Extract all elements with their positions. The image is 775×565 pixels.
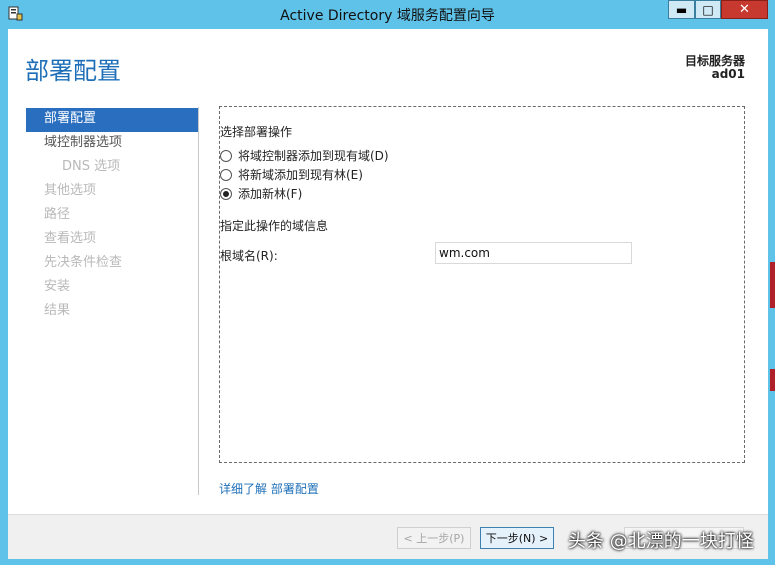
- maximize-icon: □: [702, 2, 714, 17]
- radio-selected-dot: [223, 190, 229, 197]
- root-domain-input[interactable]: [435, 242, 632, 264]
- nav-item-results: 结果: [44, 303, 71, 318]
- nav-item-dns-options: DNS 选项: [62, 159, 121, 174]
- nav-item-dc-options[interactable]: 域控制器选项: [26, 132, 198, 156]
- page-title: 部署配置: [25, 57, 121, 85]
- radio-add-domain-existing-forest[interactable]: 将新域添加到现有林(E): [220, 166, 363, 183]
- target-server-name: ad01: [711, 67, 745, 81]
- nav-item-additional-options: 其他选项: [44, 183, 97, 198]
- wizard-window: Active Directory 域服务配置向导 ▬ □ ✕ 部署配置 目标服务…: [0, 0, 775, 565]
- nav-divider: [198, 107, 199, 495]
- previous-button[interactable]: < 上一步(P): [397, 527, 471, 549]
- close-button[interactable]: ✕: [721, 0, 768, 19]
- root-domain-label: 根域名(R):: [220, 249, 278, 263]
- edge-decoration: [770, 369, 775, 391]
- radio-add-dc-existing-domain[interactable]: 将域控制器添加到现有域(D): [220, 147, 389, 164]
- minimize-button[interactable]: ▬: [668, 0, 695, 19]
- close-icon: ✕: [739, 2, 750, 17]
- radio-button[interactable]: [220, 168, 232, 181]
- minimize-icon: ▬: [675, 2, 688, 17]
- nav-item-review: 查看选项: [44, 231, 97, 246]
- window-title: Active Directory 域服务配置向导: [280, 8, 495, 24]
- radio-add-new-forest[interactable]: 添加新林(F): [220, 185, 302, 202]
- watermark-text: 头条 @北漂的一块打怪: [568, 531, 754, 552]
- title-bar[interactable]: Active Directory 域服务配置向导 ▬ □ ✕: [0, 0, 775, 28]
- nav-item-paths: 路径: [44, 207, 71, 222]
- domain-info-label: 指定此操作的域信息: [220, 219, 329, 233]
- deployment-panel: 选择部署操作 将域控制器添加到现有域(D) 将新域添加到现有林(E) 添加新林(…: [219, 106, 745, 463]
- wizard-steps-nav: 部署配置 域控制器选项 DNS 选项 其他选项 路径 查看选项 先决条件检查 安…: [26, 108, 198, 324]
- next-button[interactable]: 下一步(N) >: [480, 527, 554, 549]
- learn-more-link[interactable]: 详细了解 部署配置: [219, 480, 319, 497]
- radio-label: 将新域添加到现有林(E): [238, 168, 363, 182]
- nav-item-deployment[interactable]: 部署配置: [26, 108, 198, 132]
- edge-decoration: [770, 262, 775, 308]
- select-operation-label: 选择部署操作: [220, 125, 293, 139]
- radio-label: 将域控制器添加到现有域(D): [238, 149, 389, 163]
- radio-button[interactable]: [220, 149, 232, 162]
- nav-item-prereq: 先决条件检查: [44, 255, 123, 270]
- radio-button-selected[interactable]: [220, 187, 232, 200]
- nav-item-install: 安装: [44, 279, 71, 294]
- wizard-body: 部署配置 目标服务器 ad01 部署配置 域控制器选项 DNS 选项 其他选项 …: [8, 29, 768, 559]
- maximize-button[interactable]: □: [695, 0, 721, 19]
- radio-label: 添加新林(F): [238, 187, 303, 201]
